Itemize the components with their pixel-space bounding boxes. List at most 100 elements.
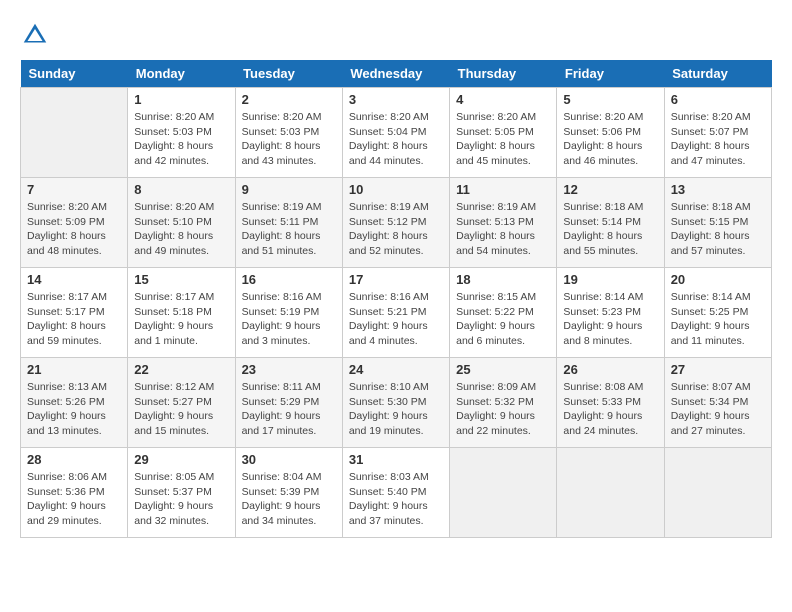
cell-date-number: 28 — [27, 452, 121, 467]
cell-info-text: Sunrise: 8:19 AM Sunset: 5:11 PM Dayligh… — [242, 200, 336, 259]
logo — [20, 20, 54, 50]
cell-info-text: Sunrise: 8:08 AM Sunset: 5:33 PM Dayligh… — [563, 380, 657, 439]
calendar-cell: 1 Sunrise: 8:20 AM Sunset: 5:03 PM Daylig… — [128, 88, 235, 178]
calendar-cell — [664, 448, 771, 538]
day-header-wednesday: Wednesday — [342, 60, 449, 88]
page-header — [20, 20, 772, 50]
cell-info-text: Sunrise: 8:07 AM Sunset: 5:34 PM Dayligh… — [671, 380, 765, 439]
calendar-cell: 29 Sunrise: 8:05 AM Sunset: 5:37 PM Dayli… — [128, 448, 235, 538]
cell-info-text: Sunrise: 8:11 AM Sunset: 5:29 PM Dayligh… — [242, 380, 336, 439]
cell-date-number: 16 — [242, 272, 336, 287]
calendar-cell: 26 Sunrise: 8:08 AM Sunset: 5:33 PM Dayli… — [557, 358, 664, 448]
calendar-cell: 5 Sunrise: 8:20 AM Sunset: 5:06 PM Daylig… — [557, 88, 664, 178]
cell-info-text: Sunrise: 8:14 AM Sunset: 5:25 PM Dayligh… — [671, 290, 765, 349]
calendar-cell: 8 Sunrise: 8:20 AM Sunset: 5:10 PM Daylig… — [128, 178, 235, 268]
cell-info-text: Sunrise: 8:20 AM Sunset: 5:05 PM Dayligh… — [456, 110, 550, 169]
calendar-cell: 18Sunrise: 8:15 AM Sunset: 5:22 PM Dayli… — [450, 268, 557, 358]
calendar-cell: 19 Sunrise: 8:14 AM Sunset: 5:23 PM Dayli… — [557, 268, 664, 358]
cell-info-text: Sunrise: 8:10 AM Sunset: 5:30 PM Dayligh… — [349, 380, 443, 439]
calendar-cell: 7 Sunrise: 8:20 AM Sunset: 5:09 PM Daylig… — [21, 178, 128, 268]
cell-date-number: 26 — [563, 362, 657, 377]
calendar-table: SundayMondayTuesdayWednesdayThursdayFrid… — [20, 60, 772, 538]
cell-info-text: Sunrise: 8:18 AM Sunset: 5:15 PM Dayligh… — [671, 200, 765, 259]
cell-info-text: Sunrise: 8:14 AM Sunset: 5:23 PM Dayligh… — [563, 290, 657, 349]
calendar-cell: 10Sunrise: 8:19 AM Sunset: 5:12 PM Dayli… — [342, 178, 449, 268]
calendar-cell: 23 Sunrise: 8:11 AM Sunset: 5:29 PM Dayli… — [235, 358, 342, 448]
cell-info-text: Sunrise: 8:09 AM Sunset: 5:32 PM Dayligh… — [456, 380, 550, 439]
cell-date-number: 11 — [456, 182, 550, 197]
cell-info-text: Sunrise: 8:20 AM Sunset: 5:03 PM Dayligh… — [134, 110, 228, 169]
calendar-cell: 27 Sunrise: 8:07 AM Sunset: 5:34 PM Dayli… — [664, 358, 771, 448]
calendar-cell: 9 Sunrise: 8:19 AM Sunset: 5:11 PM Daylig… — [235, 178, 342, 268]
calendar-cell — [450, 448, 557, 538]
cell-info-text: Sunrise: 8:05 AM Sunset: 5:37 PM Dayligh… — [134, 470, 228, 529]
calendar-cell: 31Sunrise: 8:03 AM Sunset: 5:40 PM Dayli… — [342, 448, 449, 538]
cell-date-number: 6 — [671, 92, 765, 107]
cell-date-number: 20 — [671, 272, 765, 287]
cell-info-text: Sunrise: 8:18 AM Sunset: 5:14 PM Dayligh… — [563, 200, 657, 259]
calendar-cell: 12 Sunrise: 8:18 AM Sunset: 5:14 PM Dayli… — [557, 178, 664, 268]
cell-date-number: 22 — [134, 362, 228, 377]
logo-icon — [20, 20, 50, 50]
calendar-cell: 14Sunrise: 8:17 AM Sunset: 5:17 PM Dayli… — [21, 268, 128, 358]
cell-date-number: 31 — [349, 452, 443, 467]
cell-date-number: 9 — [242, 182, 336, 197]
cell-info-text: Sunrise: 8:12 AM Sunset: 5:27 PM Dayligh… — [134, 380, 228, 439]
cell-date-number: 3 — [349, 92, 443, 107]
cell-date-number: 18 — [456, 272, 550, 287]
calendar-week-1: 1 Sunrise: 8:20 AM Sunset: 5:03 PM Daylig… — [21, 88, 772, 178]
calendar-cell: 16Sunrise: 8:16 AM Sunset: 5:19 PM Dayli… — [235, 268, 342, 358]
day-header-sunday: Sunday — [21, 60, 128, 88]
day-header-monday: Monday — [128, 60, 235, 88]
calendar-cell: 15 Sunrise: 8:17 AM Sunset: 5:18 PM Dayli… — [128, 268, 235, 358]
cell-date-number: 7 — [27, 182, 121, 197]
cell-date-number: 25 — [456, 362, 550, 377]
cell-date-number: 15 — [134, 272, 228, 287]
calendar-cell: 24 Sunrise: 8:10 AM Sunset: 5:30 PM Dayli… — [342, 358, 449, 448]
cell-info-text: Sunrise: 8:19 AM Sunset: 5:13 PM Dayligh… — [456, 200, 550, 259]
cell-date-number: 5 — [563, 92, 657, 107]
calendar-cell: 25 Sunrise: 8:09 AM Sunset: 5:32 PM Dayli… — [450, 358, 557, 448]
cell-date-number: 21 — [27, 362, 121, 377]
calendar-cell: 4 Sunrise: 8:20 AM Sunset: 5:05 PM Daylig… — [450, 88, 557, 178]
calendar-cell — [21, 88, 128, 178]
cell-date-number: 23 — [242, 362, 336, 377]
calendar-cell: 22 Sunrise: 8:12 AM Sunset: 5:27 PM Dayli… — [128, 358, 235, 448]
cell-info-text: Sunrise: 8:17 AM Sunset: 5:17 PM Dayligh… — [27, 290, 121, 349]
cell-date-number: 1 — [134, 92, 228, 107]
cell-info-text: Sunrise: 8:20 AM Sunset: 5:03 PM Dayligh… — [242, 110, 336, 169]
calendar-week-2: 7 Sunrise: 8:20 AM Sunset: 5:09 PM Daylig… — [21, 178, 772, 268]
cell-date-number: 10 — [349, 182, 443, 197]
day-header-friday: Friday — [557, 60, 664, 88]
calendar-week-5: 28Sunrise: 8:06 AM Sunset: 5:36 PM Dayli… — [21, 448, 772, 538]
calendar-cell: 30Sunrise: 8:04 AM Sunset: 5:39 PM Dayli… — [235, 448, 342, 538]
cell-date-number: 8 — [134, 182, 228, 197]
cell-date-number: 27 — [671, 362, 765, 377]
calendar-cell: 3 Sunrise: 8:20 AM Sunset: 5:04 PM Daylig… — [342, 88, 449, 178]
calendar-cell — [557, 448, 664, 538]
cell-date-number: 2 — [242, 92, 336, 107]
cell-info-text: Sunrise: 8:20 AM Sunset: 5:07 PM Dayligh… — [671, 110, 765, 169]
cell-info-text: Sunrise: 8:20 AM Sunset: 5:06 PM Dayligh… — [563, 110, 657, 169]
day-header-saturday: Saturday — [664, 60, 771, 88]
calendar-cell: 13 Sunrise: 8:18 AM Sunset: 5:15 PM Dayli… — [664, 178, 771, 268]
cell-info-text: Sunrise: 8:20 AM Sunset: 5:04 PM Dayligh… — [349, 110, 443, 169]
cell-info-text: Sunrise: 8:20 AM Sunset: 5:10 PM Dayligh… — [134, 200, 228, 259]
calendar-cell: 17Sunrise: 8:16 AM Sunset: 5:21 PM Dayli… — [342, 268, 449, 358]
calendar-cell: 6 Sunrise: 8:20 AM Sunset: 5:07 PM Daylig… — [664, 88, 771, 178]
day-header-tuesday: Tuesday — [235, 60, 342, 88]
cell-date-number: 24 — [349, 362, 443, 377]
cell-info-text: Sunrise: 8:20 AM Sunset: 5:09 PM Dayligh… — [27, 200, 121, 259]
cell-date-number: 4 — [456, 92, 550, 107]
cell-date-number: 13 — [671, 182, 765, 197]
cell-date-number: 19 — [563, 272, 657, 287]
cell-info-text: Sunrise: 8:17 AM Sunset: 5:18 PM Dayligh… — [134, 290, 228, 349]
calendar-header-row: SundayMondayTuesdayWednesdayThursdayFrid… — [21, 60, 772, 88]
cell-date-number: 12 — [563, 182, 657, 197]
calendar-cell: 21 Sunrise: 8:13 AM Sunset: 5:26 PM Dayli… — [21, 358, 128, 448]
cell-date-number: 17 — [349, 272, 443, 287]
cell-date-number: 29 — [134, 452, 228, 467]
calendar-cell: 2 Sunrise: 8:20 AM Sunset: 5:03 PM Daylig… — [235, 88, 342, 178]
cell-info-text: Sunrise: 8:04 AM Sunset: 5:39 PM Dayligh… — [242, 470, 336, 529]
cell-info-text: Sunrise: 8:13 AM Sunset: 5:26 PM Dayligh… — [27, 380, 121, 439]
